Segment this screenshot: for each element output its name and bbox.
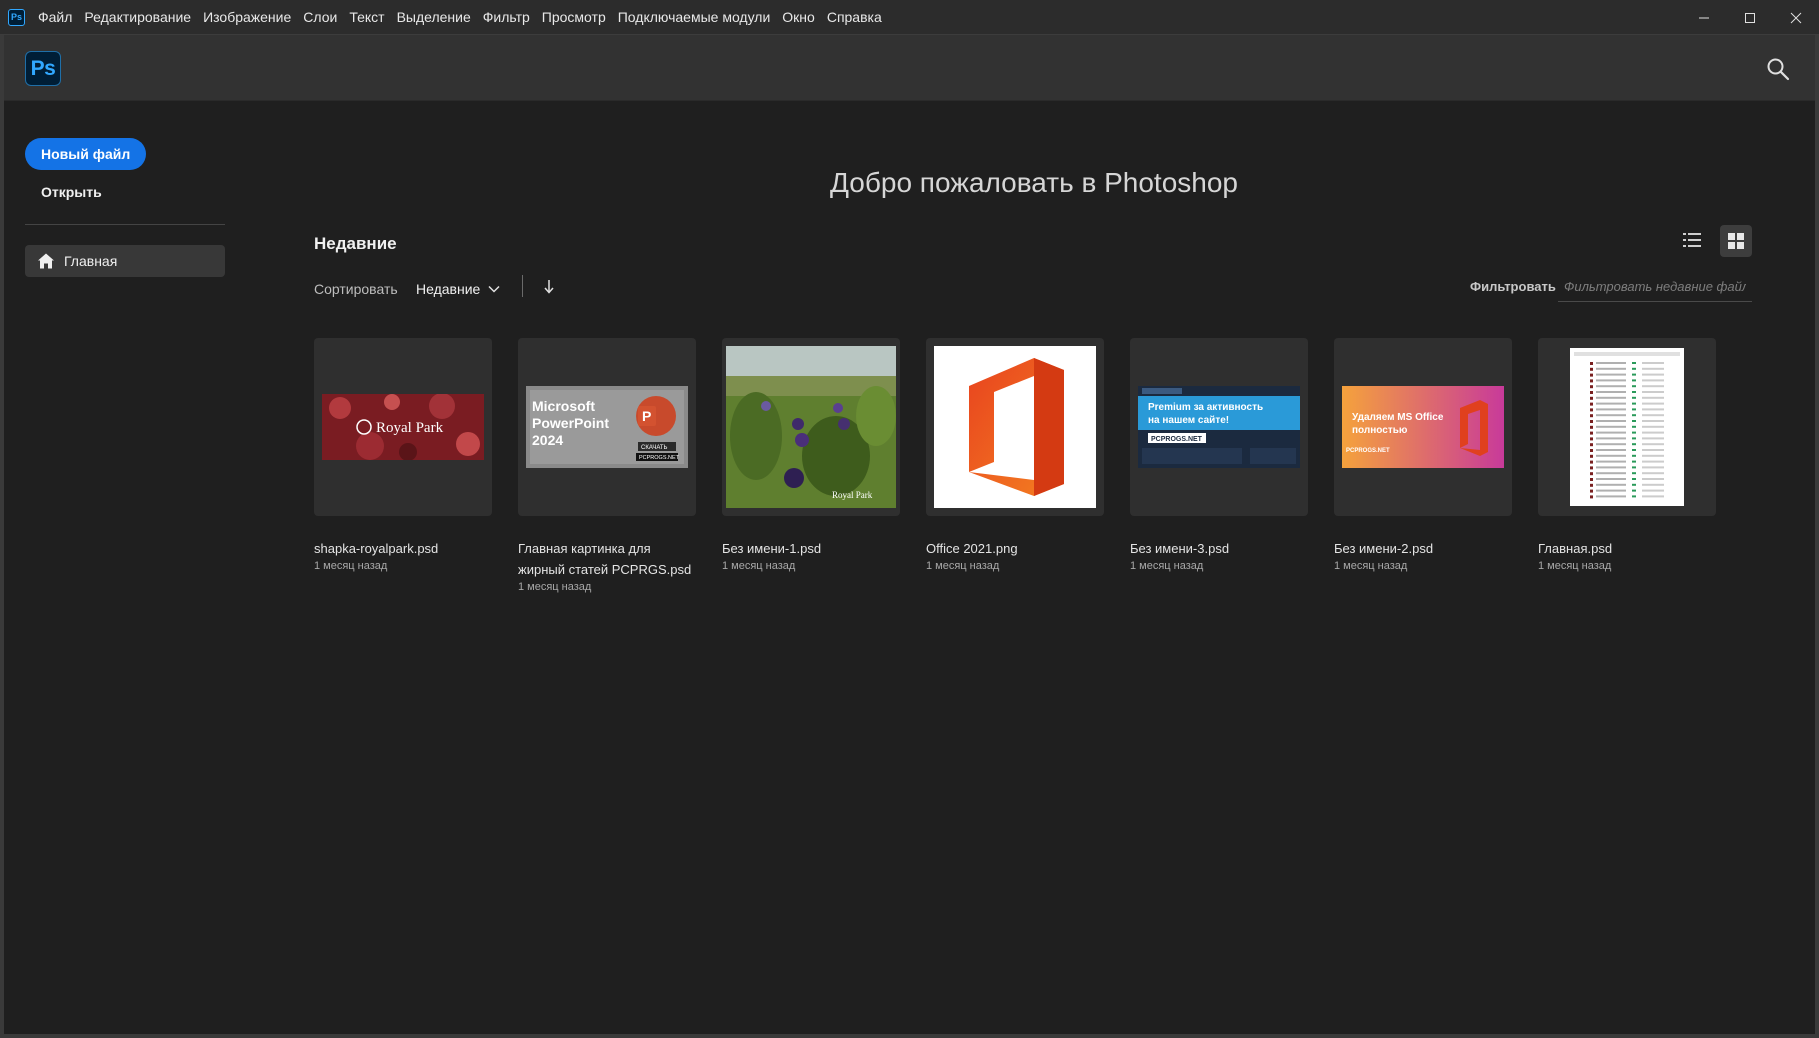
file-date: 1 месяц назад [722,560,796,572]
filter-label: Фильтровать [1470,279,1556,294]
list-view-button[interactable] [1677,225,1707,255]
file-name: shapka-royalpark.psd [314,541,439,556]
file-thumbnail[interactable]: P Microsoft PowerPoint 2024 СКАЧАТЬ PCPR… [518,338,696,516]
file-name: Без имени-3.psd [1130,541,1230,556]
svg-text:2024: 2024 [532,432,563,448]
file-date: 1 месяц назад [1334,560,1408,572]
close-button[interactable] [1773,0,1819,35]
window-controls [1681,0,1819,35]
sidebar-item-home-label: Главная [64,253,118,269]
grid-view-icon [1728,233,1744,249]
recent-file-card[interactable]: P Microsoft PowerPoint 2024 СКАЧАТЬ PCPR… [518,338,696,593]
minimize-button[interactable] [1681,0,1727,35]
menu-filter[interactable]: Фильтр [477,0,536,35]
recent-section-title: Недавние [314,234,397,253]
menu-help[interactable]: Справка [821,0,888,35]
maximize-button[interactable] [1727,0,1773,35]
svg-text:P: P [642,408,651,424]
close-icon [1790,12,1802,23]
file-thumbnail[interactable]: Royal Park [314,338,492,516]
remove-office-banner-image: Удаляем MS Office полностью PCPROGS.NET [1342,386,1504,468]
photoshop-app-icon: Ps [8,9,25,26]
file-name: Главная.psd [1538,541,1613,556]
sort-dropdown[interactable]: Недавние [416,281,500,297]
homepage-document-image [1570,348,1684,506]
recent-file-card[interactable]: Удаляем MS Office полностью PCPROGS.NET … [1334,338,1512,593]
app-header: Ps [4,35,1815,101]
menu-plugins[interactable]: Подключаемые модули [612,0,777,35]
file-date: 1 месяц назад [926,560,1000,572]
file-name: Office 2021.png [926,541,1018,556]
svg-text:СКАЧАТЬ: СКАЧАТЬ [641,445,668,451]
file-name: Без имени-1.psd [722,541,822,556]
svg-text:PCPROGS.NET: PCPROGS.NET [639,455,680,461]
sort-separator [522,275,523,297]
menu-image[interactable]: Изображение [197,0,297,35]
office-logo-image [934,346,1096,508]
filter-recent-input[interactable] [1558,272,1752,302]
svg-text:PowerPoint: PowerPoint [532,415,609,431]
file-date: 1 месяц назад [314,560,388,572]
svg-text:полностью: полностью [1352,425,1408,436]
menu-select[interactable]: Выделение [391,0,477,35]
file-date: 1 месяц назад [518,581,592,593]
svg-text:PCPROGS.NET: PCPROGS.NET [1346,448,1390,454]
svg-text:PCPROGS.NET: PCPROGS.NET [1151,436,1203,443]
sort-label: Сортировать [314,281,398,297]
recent-file-card[interactable]: Royal Park shapka-royalpark.psd 1 месяц … [314,338,492,593]
sidebar-divider [25,224,225,225]
sort-dropdown-value: Недавние [416,281,481,297]
svg-text:Microsoft: Microsoft [532,398,595,414]
list-view-icon [1683,233,1701,247]
menu-edit[interactable]: Редактирование [78,0,197,35]
premium-banner-image: Premium за активность на нашем сайте! PC… [1138,386,1300,468]
chevron-down-icon [488,285,500,293]
recent-file-card[interactable]: Premium за активность на нашем сайте! PC… [1130,338,1308,593]
file-thumbnail[interactable]: Royal Park [722,338,900,516]
powerpoint-banner-image: P Microsoft PowerPoint 2024 СКАЧАТЬ PCPR… [526,386,688,468]
recent-file-card[interactable]: Главная.psd 1 месяц назад [1538,338,1716,593]
title-bar: Ps Файл Редактирование Изображение Слои … [0,0,1819,35]
grid-view-button[interactable] [1720,225,1752,257]
menu-bar: Файл Редактирование Изображение Слои Тек… [32,0,888,35]
sort-direction-arrow-down-icon[interactable] [542,278,556,296]
svg-text:Premium за активность: Premium за активность [1148,402,1263,413]
photoshop-logo[interactable]: Ps [25,51,61,86]
recent-file-card[interactable]: Office 2021.png 1 месяц назад [926,338,1104,593]
file-thumbnail[interactable] [1538,338,1716,516]
file-date: 1 месяц назад [1130,560,1204,572]
minimize-icon [1699,17,1709,18]
svg-text:на нашем сайте!: на нашем сайте! [1148,415,1229,426]
search-icon[interactable] [1765,56,1791,82]
home-icon [38,253,54,269]
file-date: 1 месяц назад [1538,560,1612,572]
flowers-photo-image: Royal Park [726,346,896,508]
new-file-button[interactable]: Новый файл [25,138,147,170]
royalpark-banner-image: Royal Park [322,394,484,460]
file-thumbnail[interactable]: Premium за активность на нашем сайте! PC… [1130,338,1308,516]
file-name: Без имени-2.psd [1334,541,1434,556]
menu-type[interactable]: Текст [343,0,390,35]
menu-window[interactable]: Окно [776,0,821,35]
thumb-royalpark-text: Royal Park [376,420,444,436]
menu-view[interactable]: Просмотр [536,0,612,35]
home-screen: Ps Новый файл Открыть Главная Добро пожа… [4,35,1815,1034]
file-thumbnail[interactable]: Удаляем MS Office полностью PCPROGS.NET [1334,338,1512,516]
sidebar-item-home[interactable]: Главная [25,245,225,277]
recent-file-card[interactable]: Royal Park Без имени-1.psd 1 месяц назад [722,338,900,593]
file-name: Главная картинка для жирный статей PCPRG… [518,541,692,577]
svg-text:Удаляем MS Office: Удаляем MS Office [1352,412,1444,423]
menu-layers[interactable]: Слои [297,0,343,35]
menu-file[interactable]: Файл [32,0,78,35]
welcome-title: Добро пожаловать в Photoshop [829,167,1238,198]
recent-files-grid: Royal Park shapka-royalpark.psd 1 месяц … [314,338,1742,593]
maximize-icon [1745,12,1755,23]
svg-text:Royal Park: Royal Park [832,490,873,500]
file-thumbnail[interactable] [926,338,1104,516]
